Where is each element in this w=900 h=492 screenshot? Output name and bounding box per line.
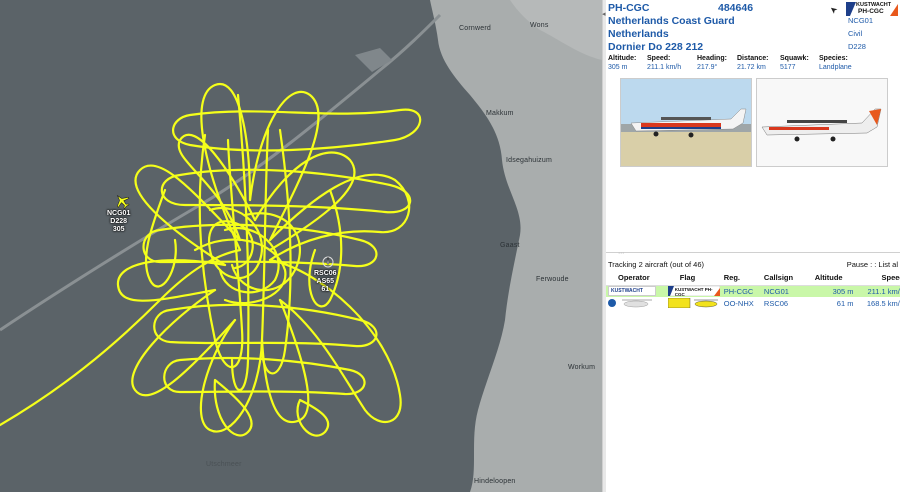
aircraft-icon-rsc06[interactable] bbox=[322, 256, 334, 268]
operator-logo-icon: KUSTWACHT bbox=[608, 286, 656, 297]
operator-cell bbox=[606, 297, 666, 309]
col-altitude[interactable]: Altitude bbox=[812, 271, 856, 286]
operator-badge-icon bbox=[608, 299, 616, 307]
flag-logo-icon: KUSTWACHT PH-CGC bbox=[667, 286, 720, 297]
aircraft-detail-panel: PH-CGC 484646 Netherlands Coast Guard Ne… bbox=[606, 0, 900, 492]
aircraft-list-table: Operator Flag Reg. Callsign Altitude Spe… bbox=[606, 271, 900, 309]
list-controls[interactable]: Pause : : List al bbox=[847, 260, 898, 269]
logo-reg: PH-CGC bbox=[858, 8, 884, 15]
helicopter-thumb-icon bbox=[618, 298, 656, 308]
field-label-speed: Speed: bbox=[647, 55, 671, 62]
aircraft-icon-ncg01[interactable] bbox=[112, 191, 132, 211]
speed-cell: 211.1 km/h bbox=[855, 285, 900, 297]
aircraft-photo-1-image bbox=[621, 79, 751, 166]
place-label-makkum: Makkum bbox=[486, 110, 514, 117]
place-label-hindeloopen: Hindeloopen bbox=[474, 478, 516, 485]
map-view[interactable]: Cornwerd Wons Makkum Idsegahuizum Gaast … bbox=[0, 0, 602, 492]
list-resize-handle[interactable]: ⋯ bbox=[606, 251, 900, 257]
field-value-speed: 211.1 km/h bbox=[647, 64, 682, 71]
callsign-cell: NCG01 bbox=[761, 285, 813, 297]
collapse-arrow-icon[interactable]: ◂ bbox=[602, 10, 606, 18]
place-label-workum: Workum bbox=[568, 364, 596, 371]
col-flag[interactable]: Flag bbox=[665, 271, 722, 286]
flight-track bbox=[0, 82, 422, 437]
field-value-species: Landplane bbox=[819, 64, 852, 71]
helicopter-flag-icon bbox=[667, 298, 720, 308]
harbour-structure bbox=[355, 48, 392, 72]
place-label-ferwoude: Ferwoude bbox=[536, 276, 569, 283]
field-label-heading: Heading: bbox=[697, 55, 727, 62]
track-segment bbox=[144, 188, 177, 288]
aircraft-model: Dornier Do 228 212 bbox=[608, 41, 704, 53]
altitude-cell: 61 m bbox=[836, 298, 854, 308]
heading-arrow-icon: ➤ bbox=[827, 3, 840, 17]
flag-cell: KUSTWACHT PH-CGC bbox=[665, 285, 722, 297]
col-speed[interactable]: Speed bbox=[855, 271, 900, 286]
type-code: D228 bbox=[848, 42, 866, 51]
flag-cell bbox=[666, 297, 722, 309]
registration: PH-CGC bbox=[608, 2, 650, 14]
operator-cell: KUSTWACHT bbox=[606, 285, 666, 297]
track-segment bbox=[199, 318, 264, 433]
table-row[interactable]: KUSTWACHT KUSTWACHT PH-CGC PH-CGC NCG01 … bbox=[606, 285, 900, 297]
place-label-idsegahuizum: Idsegahuizum bbox=[506, 157, 552, 164]
col-callsign[interactable]: Callsign bbox=[761, 271, 813, 286]
speed-cell: 168.5 km/h bbox=[866, 298, 900, 308]
field-label-altitude: Altitude: bbox=[608, 55, 637, 62]
table-row[interactable]: OO-NHX RSC06 61 m 168.5 km/h bbox=[606, 297, 900, 309]
aircraft-photo-2[interactable] bbox=[756, 78, 888, 167]
field-value-squawk: 5177 bbox=[780, 64, 796, 71]
operator-logo: KUSTWACHT PH-CGC bbox=[846, 2, 898, 16]
aircraft-photo-2-image bbox=[757, 79, 887, 166]
col-operator[interactable]: Operator bbox=[606, 271, 666, 286]
col-reg[interactable]: Reg. bbox=[721, 271, 762, 286]
callsign-cell: RSC06 bbox=[763, 298, 789, 308]
aircraft-label-rsc06[interactable]: RSC06 AS65 61 bbox=[314, 270, 337, 294]
category: Civil bbox=[848, 29, 863, 38]
track-segment bbox=[172, 108, 422, 152]
grip-icon: ⋯ bbox=[618, 251, 624, 257]
field-value-altitude: 305 m bbox=[608, 64, 628, 71]
aircraft-label-ncg01[interactable]: NCG01 D228 305 bbox=[107, 210, 130, 234]
country: Netherlands bbox=[608, 28, 669, 40]
place-label-cornwerd: Cornwerd bbox=[459, 25, 491, 32]
field-label-distance: Distance: bbox=[737, 55, 769, 62]
altitude-cell: 305 m bbox=[812, 285, 856, 297]
place-label-utschmeer: Utschmeer bbox=[206, 461, 242, 468]
place-label-wons: Wons bbox=[530, 22, 549, 29]
field-label-squawk: Squawk: bbox=[780, 55, 809, 62]
field-label-species: Species: bbox=[819, 55, 848, 62]
field-value-distance: 21.72 km bbox=[737, 64, 766, 71]
operator-name: Netherlands Coast Guard bbox=[608, 15, 735, 27]
field-value-heading: 217.9° bbox=[697, 64, 718, 71]
reg-cell: OO-NHX bbox=[723, 298, 754, 308]
callsign: NCG01 bbox=[848, 16, 874, 25]
table-header-row: Operator Flag Reg. Callsign Altitude Spe… bbox=[606, 271, 900, 286]
aircraft-photo-1[interactable] bbox=[620, 78, 752, 167]
place-label-gaast: Gaast bbox=[500, 242, 520, 249]
tracking-status-bar: Tracking 2 aircraft (out of 46) Pause : … bbox=[606, 258, 900, 270]
reg-cell: PH-CGC bbox=[721, 285, 762, 297]
tracking-count: Tracking 2 aircraft (out of 46) bbox=[608, 260, 705, 269]
icao-code: 484646 bbox=[718, 2, 754, 14]
